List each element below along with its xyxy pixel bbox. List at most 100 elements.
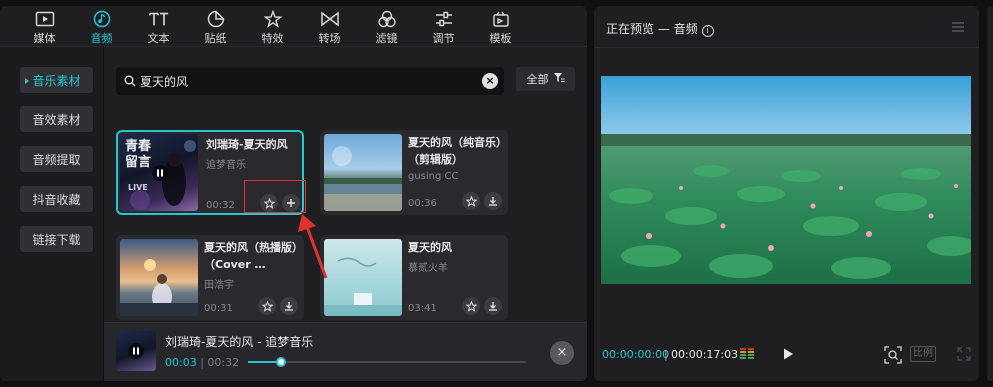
tab-transition-label: 转场 <box>318 32 341 45</box>
download-icon <box>489 302 497 311</box>
aspect-ratio-button[interactable]: 比例 <box>910 346 936 362</box>
track-title: 刘瑞琦-夏天的风 <box>206 138 288 151</box>
audio-level-meter-icon <box>740 348 754 359</box>
tab-filter-label: 滤镜 <box>375 32 398 45</box>
track-duration: 00:31 <box>204 303 233 314</box>
preview-current-time: 00:00:00:00 <box>602 348 670 361</box>
music-note-icon <box>92 10 112 28</box>
close-player-button[interactable]: × <box>550 341 574 365</box>
text-icon <box>148 10 169 28</box>
music-card[interactable]: 夏天的风 慕贰火羊 03:41 <box>320 235 508 320</box>
sidebar-item-label: 抖音收藏 <box>32 192 81 207</box>
preview-header: 正在预览 — 音频 i <box>594 6 979 48</box>
arrow-annotation <box>298 214 328 279</box>
album-cover: 青春 留言 LIVE <box>120 134 198 211</box>
tab-text[interactable]: 文本 <box>130 6 187 46</box>
tab-audio-label: 音频 <box>90 32 113 45</box>
player-progress-knob[interactable] <box>276 357 287 367</box>
download-icon <box>285 302 293 311</box>
filter-icon <box>553 72 565 86</box>
info-icon[interactable]: i <box>701 25 714 37</box>
sidebar: 音乐素材 音效素材 音频提取 抖音收藏 链接下载 <box>0 46 104 381</box>
track-artist: 慕贰火羊 <box>408 263 448 274</box>
sidebar-item-sound-effects[interactable]: 音效素材 <box>20 106 93 132</box>
music-results: 夏天的风 × 全部 青春 留言 LIVE 刘瑞琦-夏天的风 追梦音乐 00:32… <box>104 46 587 381</box>
search-input[interactable]: 夏天的风 × <box>116 67 504 95</box>
music-card[interactable]: 夏天的风（纯音乐）（剪辑版） gusing CC 00:36 <box>320 130 508 215</box>
effects-star-icon <box>263 10 283 28</box>
tab-media-label: 媒体 <box>33 32 56 45</box>
album-cover-title: 青春 留言 <box>125 139 152 170</box>
track-duration: 03:41 <box>408 303 437 314</box>
player-total-time: 00:32 <box>207 356 240 369</box>
tab-adjust[interactable]: 调节 <box>415 6 472 46</box>
player-track-title: 刘瑞琦-夏天的风 - 追梦音乐 <box>165 335 314 349</box>
clear-search-button[interactable]: × <box>482 73 498 89</box>
album-cover <box>120 239 198 316</box>
star-icon <box>465 300 477 312</box>
adjust-sliders-icon <box>434 10 454 28</box>
download-button[interactable] <box>484 297 502 315</box>
player-album-cover <box>116 331 156 371</box>
tab-sticker-label: 贴纸 <box>204 32 227 45</box>
tab-transition[interactable]: 转场 <box>301 6 358 46</box>
sidebar-item-label: 音效素材 <box>32 112 81 127</box>
tab-audio[interactable]: 音频 <box>73 6 130 46</box>
preview-title: 正在预览 — 音频 i <box>606 20 714 37</box>
transition-icon <box>320 10 340 28</box>
track-artist: gusing CC <box>408 171 459 182</box>
tab-sticker[interactable]: 贴纸 <box>187 6 244 46</box>
fit-view-icon[interactable] <box>884 346 902 364</box>
track-title: 夏天的风（热播版）（Cover … <box>204 241 298 271</box>
preview-controls: 00:00:00:00 | 00:00:17:03 比例 <box>594 341 979 371</box>
filter-label: 全部 <box>526 73 549 86</box>
highlight-annotation <box>244 180 306 213</box>
tab-filter[interactable]: 滤镜 <box>358 6 415 46</box>
search-query: 夏天的风 <box>140 74 189 89</box>
sidebar-item-music-library[interactable]: 音乐素材 <box>20 67 93 93</box>
tab-effects-label: 特效 <box>261 32 284 45</box>
sidebar-item-audio-extract[interactable]: 音频提取 <box>20 146 93 172</box>
track-duration: 00:32 <box>206 200 235 211</box>
filter-dropdown[interactable]: 全部 <box>516 67 575 91</box>
player-progress-bar[interactable] <box>248 357 526 367</box>
preview-video <box>601 76 971 284</box>
album-cover <box>324 134 402 211</box>
pause-icon[interactable] <box>128 343 144 359</box>
mini-player: 刘瑞琦-夏天的风 - 追梦音乐 00:03 | 00:32 × <box>104 322 587 381</box>
player-current-time: 00:03 <box>165 356 197 369</box>
template-icon <box>491 10 511 28</box>
play-icon[interactable] <box>781 347 795 361</box>
tab-text-label: 文本 <box>147 32 170 45</box>
favorite-button[interactable] <box>462 192 480 210</box>
sidebar-item-label: 音乐素材 <box>32 73 81 88</box>
tab-media[interactable]: 媒体 <box>16 6 73 46</box>
preview-total-time: 00:00:17:03 <box>671 348 739 361</box>
track-title: 夏天的风（纯音乐）（剪辑版） <box>408 136 502 166</box>
fullscreen-icon[interactable] <box>957 347 971 361</box>
search-icon <box>124 72 136 91</box>
preview-title-text: 正在预览 — 音频 <box>606 22 698 36</box>
sidebar-item-link-download[interactable]: 链接下载 <box>20 226 93 252</box>
sticker-icon <box>206 10 226 28</box>
media-icon <box>35 10 55 28</box>
download-icon <box>489 197 497 206</box>
star-icon <box>465 195 477 207</box>
filter-icon <box>377 10 397 28</box>
menu-icon[interactable] <box>951 21 965 33</box>
favorite-button[interactable] <box>462 297 480 315</box>
music-card[interactable]: 夏天的风（热播版）（Cover … 田浩宇 00:31 <box>116 235 304 320</box>
tab-template-label: 模板 <box>489 32 512 45</box>
tab-adjust-label: 调节 <box>432 32 455 45</box>
preview-panel: 正在预览 — 音频 i 00:00:00:00 | 00:00:17:03 比例 <box>594 6 979 381</box>
download-button[interactable] <box>280 297 298 315</box>
adjacent-panel-edge <box>987 6 993 381</box>
pause-icon[interactable] <box>152 165 168 181</box>
sidebar-item-douyin-favorites[interactable]: 抖音收藏 <box>20 186 93 212</box>
tab-template[interactable]: 模板 <box>472 6 529 46</box>
sidebar-item-label: 链接下载 <box>32 232 81 247</box>
tab-effects[interactable]: 特效 <box>244 6 301 46</box>
download-button[interactable] <box>484 192 502 210</box>
star-icon <box>261 300 273 312</box>
favorite-button[interactable] <box>258 297 276 315</box>
